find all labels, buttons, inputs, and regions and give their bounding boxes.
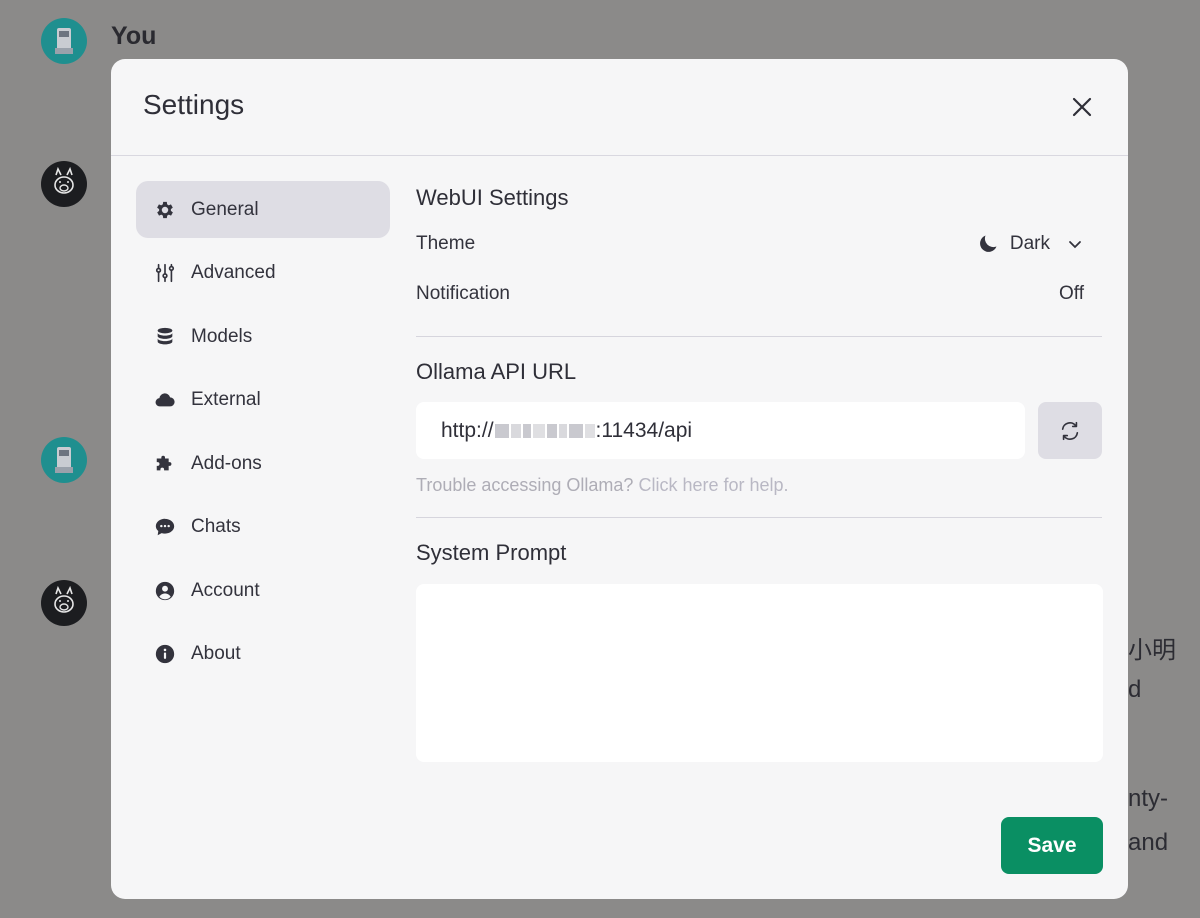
chat-user-name: You [111,22,157,50]
sidebar-item-label: Advanced [191,262,276,283]
modal-title: Settings [143,89,245,120]
sidebar-item-add-ons[interactable]: Add-ons [136,435,390,492]
theme-value: Dark [1009,233,1050,254]
sliders-icon [153,261,177,285]
chat-text-fragment: 小明 [1128,637,1176,664]
info-icon [153,642,177,666]
save-button[interactable]: Save [1001,817,1103,874]
ollama-url-input[interactable]: http:// :11434/api [416,402,1026,459]
redacted-host [494,419,596,443]
puzzle-icon [153,452,177,476]
ollama-url-heading: Ollama API URL [416,359,577,384]
system-prompt-textarea[interactable] [416,584,1103,762]
settings-sidebar: General Advanced Models External Add-ons [136,181,390,689]
refresh-button[interactable] [1038,402,1102,459]
sidebar-item-label: Chats [191,516,241,537]
theme-label: Theme [416,233,476,254]
assistant-avatar [41,580,87,626]
database-icon [153,325,177,349]
sidebar-item-general[interactable]: General [136,181,390,238]
theme-row: Theme Dark [416,230,1102,258]
gear-icon [153,198,177,222]
chat-text-fragment: and [1128,829,1169,856]
divider [416,336,1102,337]
sidebar-item-label: Add-ons [191,452,262,474]
sidebar-item-label: General [191,198,259,220]
help-link[interactable]: Click here for help. [638,475,788,495]
sidebar-item-label: Models [191,325,253,347]
sidebar-item-label: External [191,389,261,410]
moon-icon [979,235,997,252]
ollama-help-text: Trouble accessing Ollama? Click here for… [416,475,1102,496]
sidebar-item-label: About [191,643,241,664]
notification-toggle[interactable]: Off [1059,283,1102,305]
close-icon [1072,97,1092,117]
url-prefix: http:// [441,418,494,442]
chat-bubble-icon [153,515,177,539]
ollama-url-row: http:// :11434/api [416,402,1102,459]
url-suffix: :11434/api [595,418,693,442]
sidebar-item-account[interactable]: Account [136,562,390,619]
sidebar-item-advanced[interactable]: Advanced [136,245,390,302]
close-button[interactable] [1066,91,1098,123]
divider [416,517,1102,518]
user-avatar [41,18,87,64]
sidebar-item-external[interactable]: External [136,372,390,429]
sidebar-item-about[interactable]: About [136,626,390,683]
settings-modal: Settings General Advanced Models Externa… [111,59,1128,899]
modal-header: Settings [111,59,1128,156]
notification-row: Notification Off [416,280,1102,308]
sidebar-item-label: Account [191,579,260,601]
refresh-icon [1061,421,1079,440]
user-avatar [41,437,87,483]
sidebar-item-models[interactable]: Models [136,308,390,365]
user-circle-icon [153,579,177,603]
help-text: Trouble accessing Ollama? [416,475,634,495]
chevron-down-icon [1069,241,1081,249]
general-settings-panel: WebUI Settings Theme Dark Notification O… [416,181,1103,767]
chat-text-fragment: nty- [1128,785,1169,812]
chat-text-fragment: d [1128,676,1142,703]
webui-settings-heading: WebUI Settings [416,185,569,210]
notification-label: Notification [416,283,510,304]
assistant-avatar [41,161,87,207]
theme-select[interactable]: Dark [976,232,1102,256]
cloud-icon [153,388,177,412]
system-prompt-heading: System Prompt [416,540,567,565]
sidebar-item-chats[interactable]: Chats [136,499,390,556]
